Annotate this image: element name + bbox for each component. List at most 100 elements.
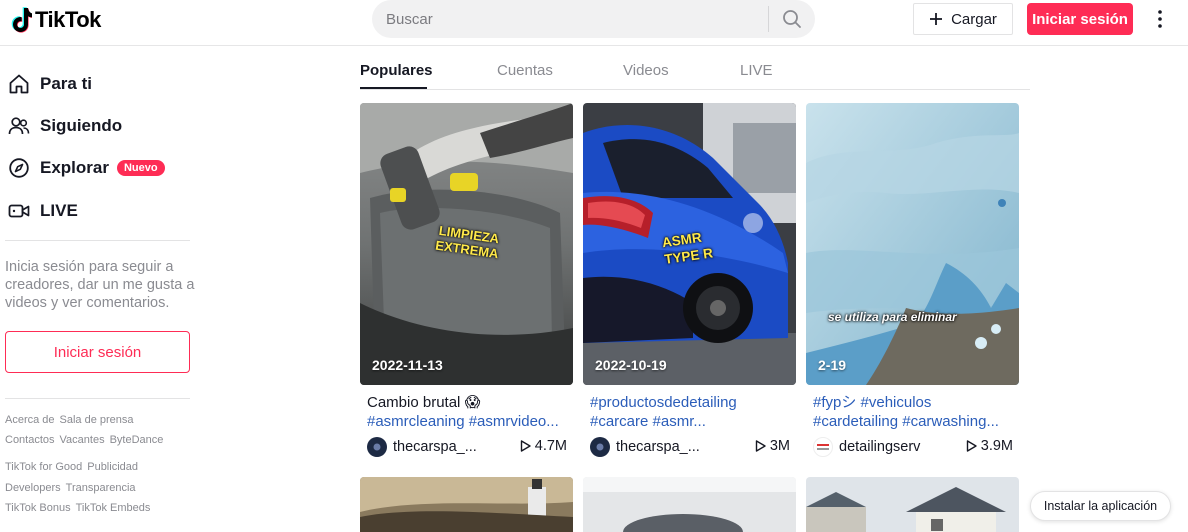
search-bar [372,0,815,38]
footer-links-row: TikTok for Good Publicidad [5,461,138,473]
play-icon [755,440,766,452]
sidebar-divider [5,398,190,399]
footer-link[interactable]: TikTok Embeds [76,502,151,514]
avatar[interactable] [590,437,610,457]
logo-text: TikTok [35,7,101,32]
sidebar-login-button[interactable]: Iniciar sesión [5,331,190,373]
video-thumbnail[interactable] [806,477,1019,532]
username[interactable]: thecarspa_... [616,439,700,455]
more-options-button[interactable] [1150,6,1170,32]
footer-links-row: Developers Transparencia [5,482,136,494]
footer-link[interactable]: Transparencia [66,482,136,494]
video-thumbnail[interactable]: LIMPIEZA EXTREMA 2022-11-13 [360,103,573,385]
footer-link[interactable]: Acerca de [5,414,55,426]
tab-videos[interactable]: Videos [623,62,669,79]
video-thumbnail[interactable] [583,477,796,532]
view-count-value: 4.7M [534,438,567,454]
search-icon [783,10,801,28]
view-count: 4.7M [520,438,567,454]
vertical-dots-icon [1158,10,1162,28]
video-date: 2022-11-13 [372,357,443,373]
sidebar-item-live[interactable]: LIVE [8,195,78,227]
video-title-text: Cambio brutal [367,394,461,411]
footer-link[interactable]: ByteDance [110,434,164,446]
video-hashtags[interactable]: #cardetailing #carwashing... [806,412,1019,431]
video-title-hashtag[interactable]: #fypシ #vehiculos [813,394,931,411]
video-card: se utiliza para eliminar 2-19 #fypシ #veh… [806,103,1019,458]
compass-icon [8,157,30,179]
play-icon [966,440,977,452]
video-thumbnail[interactable]: se utiliza para eliminar 2-19 [806,103,1019,385]
header-login-button[interactable]: Iniciar sesión [1027,3,1133,35]
home-icon [8,73,30,95]
login-prompt-text: Inicia sesión para seguir a creadores, d… [5,259,195,311]
upload-label: Cargar [951,10,997,28]
foam-wash-image [806,103,1019,385]
footer-link[interactable]: Sala de prensa [60,414,134,426]
video-title: #fypシ #vehiculos [806,393,1019,412]
video-meta: thecarspa_... 3M [583,436,796,458]
tab-cuentas[interactable]: Cuentas [497,62,553,79]
video-date: 2-19 [818,357,847,373]
avatar[interactable] [813,437,833,457]
sidebar-item-label: Para ti [40,74,92,93]
footer-link[interactable]: TikTok Bonus [5,502,71,514]
search-tabs: Populares Cuentas Videos LIVE [360,46,1030,90]
active-tab-indicator [360,87,427,89]
tab-populares[interactable]: Populares [360,62,433,79]
sidebar-item-label: Siguiendo [40,116,123,135]
video-card: LIMPIEZA EXTREMA 2022-11-13 Cambio bruta… [360,103,573,458]
view-count-value: 3M [769,438,790,454]
sidebar-item-explorar[interactable]: Explorar Nuevo [8,152,165,184]
install-app-button[interactable]: Instalar la aplicación [1030,491,1171,521]
new-badge: Nuevo [116,160,165,176]
following-icon [8,115,30,137]
username[interactable]: thecarspa_... [393,439,477,455]
tab-live[interactable]: LIVE [740,62,773,79]
sidebar-item-label: Explorar [40,158,109,177]
video-meta: thecarspa_... 4.7M [360,436,573,458]
video-date: 2022-10-19 [595,357,667,373]
video-title: #productosdedetailing [583,393,796,412]
footer-link[interactable]: Developers [5,482,61,494]
plus-icon [930,13,943,25]
view-count: 3M [755,438,790,454]
footer-links-row: Acerca de Sala de prensa [5,414,134,426]
video-meta: detailingserv 3.9M [806,436,1019,458]
video-title-hashtag[interactable]: #productosdedetailing [590,394,737,411]
video-title: Cambio brutal 😱 [360,393,573,412]
car-interior-image [360,477,573,532]
footer-link[interactable]: Publicidad [87,461,138,473]
tiktok-logo[interactable]: TikTok [10,6,101,34]
scream-emoji-icon: 😱 [464,394,481,411]
sidebar: Para ti Siguiendo Explorar Nuevo LIVE In… [0,46,200,532]
video-thumbnail[interactable] [360,477,573,532]
upload-button[interactable]: Cargar [913,3,1013,35]
footer-links-row: Contactos Vacantes ByteDance [5,434,163,446]
bright-wash-image [583,477,796,532]
video-overlay-caption: se utiliza para eliminar [828,310,957,324]
footer-link[interactable]: Contactos [5,434,55,446]
tiktok-logo-icon [11,7,32,33]
video-card: ASMR TYPE R 2022-10-19 #productosdedetai… [583,103,796,458]
video-hashtags[interactable]: #asmrcleaning #asmrvideo... [360,412,573,431]
search-button[interactable] [769,0,815,38]
username[interactable]: detailingserv [839,439,920,455]
house-image [806,477,1019,532]
view-count-value: 3.9M [980,438,1013,454]
footer-links-row: TikTok Bonus TikTok Embeds [5,502,150,514]
play-icon [520,440,531,452]
top-header: TikTok Cargar Iniciar sesión [0,0,1188,46]
video-hashtags[interactable]: #carcare #asmr... [583,412,796,431]
sidebar-divider [5,240,190,241]
video-thumbnail[interactable]: ASMR TYPE R 2022-10-19 [583,103,796,385]
live-icon [8,200,30,222]
avatar[interactable] [367,437,387,457]
sidebar-item-para-ti[interactable]: Para ti [8,68,92,100]
sidebar-item-label: LIVE [40,201,78,220]
footer-link[interactable]: TikTok for Good [5,461,82,473]
footer-link[interactable]: Vacantes [60,434,105,446]
view-count: 3.9M [966,438,1013,454]
search-input[interactable] [372,10,768,28]
sidebar-item-siguiendo[interactable]: Siguiendo [8,110,122,142]
